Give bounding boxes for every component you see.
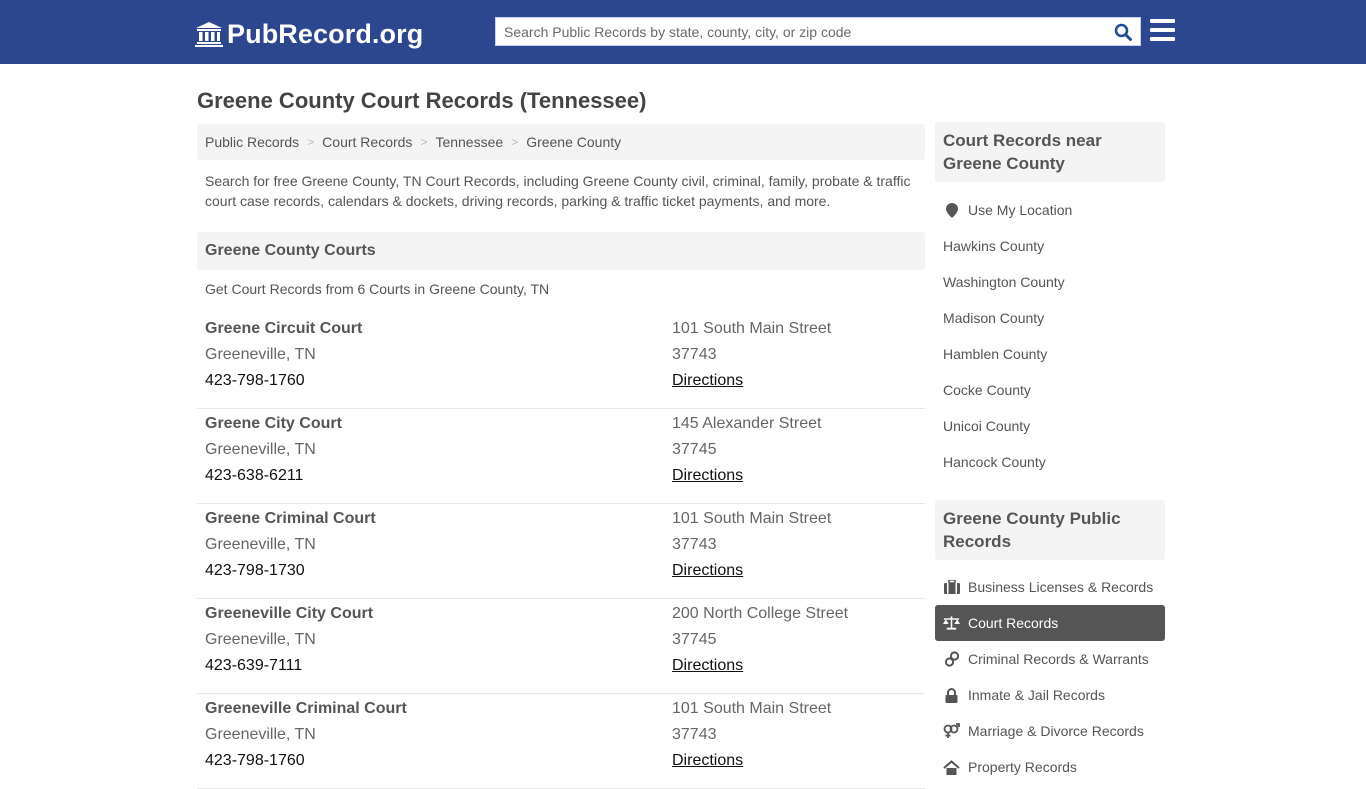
courthouse-icon bbox=[195, 22, 223, 47]
directions-link[interactable]: Directions bbox=[672, 657, 743, 674]
court-address: 101 South Main Street bbox=[672, 700, 832, 717]
courts-section-title: Greene County Courts bbox=[197, 232, 925, 270]
home-icon bbox=[943, 759, 960, 775]
lock-icon bbox=[943, 687, 960, 703]
handcuffs-icon bbox=[943, 651, 960, 667]
use-my-location-label: Use My Location bbox=[968, 202, 1073, 218]
court-name[interactable]: Greene City Court bbox=[205, 415, 342, 441]
nearby-county-link[interactable]: Hancock County bbox=[935, 444, 1165, 480]
court-zip: 37745 bbox=[672, 441, 717, 458]
court-item: Greeneville Criminal Court Greeneville, … bbox=[197, 694, 925, 789]
public-records-list: Business Licenses & Records Court Record… bbox=[935, 569, 1165, 785]
court-item: Greene Circuit Court Greeneville, TN 423… bbox=[197, 314, 925, 409]
breadcrumb-separator: > bbox=[307, 135, 315, 149]
nearby-county-link[interactable]: Unicoi County bbox=[935, 408, 1165, 444]
search-input[interactable] bbox=[496, 18, 1106, 45]
sidebar-item-marriage-divorce[interactable]: Marriage & Divorce Records bbox=[935, 713, 1165, 749]
public-records-title: Greene County Public Records bbox=[935, 500, 1165, 560]
breadcrumb-separator: > bbox=[420, 135, 428, 149]
hamburger-menu-button[interactable] bbox=[1150, 19, 1175, 41]
court-phone[interactable]: 423-639-7111 bbox=[205, 657, 373, 683]
use-my-location-link[interactable]: Use My Location bbox=[935, 192, 1165, 228]
sidebar-item-inmate-records[interactable]: Inmate & Jail Records bbox=[935, 677, 1165, 713]
sidebar-item-label: Property Records bbox=[968, 759, 1077, 775]
court-city: Greeneville, TN bbox=[205, 346, 316, 363]
sidebar-item-property-records[interactable]: Property Records bbox=[935, 749, 1165, 785]
directions-link[interactable]: Directions bbox=[672, 562, 743, 579]
site-logo[interactable]: PubRecord.org bbox=[195, 18, 423, 50]
search-icon bbox=[1114, 23, 1132, 41]
breadcrumb-court-records[interactable]: Court Records bbox=[322, 134, 412, 150]
courts-section-subtitle: Get Court Records from 6 Courts in Green… bbox=[205, 281, 550, 297]
court-address: 200 North College Street bbox=[672, 605, 849, 622]
sidebar-item-label: Inmate & Jail Records bbox=[968, 687, 1105, 703]
nearby-county-link[interactable]: Hamblen County bbox=[935, 336, 1165, 372]
breadcrumb-greene-county[interactable]: Greene County bbox=[526, 134, 621, 150]
court-item: Greeneville City Court Greeneville, TN 4… bbox=[197, 599, 925, 694]
court-zip: 37743 bbox=[672, 346, 717, 363]
breadcrumb-tennessee[interactable]: Tennessee bbox=[435, 134, 503, 150]
breadcrumb: Public Records > Court Records > Tenness… bbox=[197, 124, 925, 160]
court-phone[interactable]: 423-798-1760 bbox=[205, 752, 407, 778]
menu-bar bbox=[1150, 28, 1175, 32]
briefcase-icon bbox=[943, 579, 960, 595]
logo-text: PubRecord.org bbox=[227, 18, 424, 49]
sidebar-item-label: Court Records bbox=[968, 615, 1059, 631]
directions-link[interactable]: Directions bbox=[672, 467, 743, 484]
court-phone[interactable]: 423-798-1730 bbox=[205, 562, 376, 588]
venus-mars-icon bbox=[943, 723, 960, 739]
nearby-county-link[interactable]: Washington County bbox=[935, 264, 1165, 300]
court-name[interactable]: Greeneville Criminal Court bbox=[205, 700, 407, 726]
court-phone[interactable]: 423-798-1760 bbox=[205, 372, 362, 398]
sidebar-item-criminal-records[interactable]: Criminal Records & Warrants bbox=[935, 641, 1165, 677]
court-phone[interactable]: 423-638-6211 bbox=[205, 467, 342, 493]
court-address: 101 South Main Street bbox=[672, 320, 832, 337]
court-city: Greeneville, TN bbox=[205, 726, 316, 743]
court-item: Greene Criminal Court Greeneville, TN 42… bbox=[197, 504, 925, 599]
menu-bar bbox=[1150, 19, 1175, 23]
court-item: Greene City Court Greeneville, TN 423-63… bbox=[197, 409, 925, 504]
court-address: 101 South Main Street bbox=[672, 510, 832, 527]
court-zip: 37743 bbox=[672, 726, 717, 743]
nearby-courts-title: Court Records near Greene County bbox=[935, 122, 1165, 182]
sidebar-item-court-records[interactable]: Court Records bbox=[935, 605, 1165, 641]
court-city: Greeneville, TN bbox=[205, 441, 316, 458]
search-bar bbox=[495, 17, 1141, 46]
map-marker-icon bbox=[943, 202, 960, 218]
nearby-county-link[interactable]: Madison County bbox=[935, 300, 1165, 336]
page-title: Greene County Court Records (Tennessee) bbox=[197, 88, 647, 113]
sidebar-item-label: Criminal Records & Warrants bbox=[968, 651, 1149, 667]
navbar: PubRecord.org bbox=[0, 0, 1366, 64]
breadcrumb-public-records[interactable]: Public Records bbox=[205, 134, 299, 150]
court-zip: 37745 bbox=[672, 631, 717, 648]
court-zip: 37743 bbox=[672, 536, 717, 553]
search-button[interactable] bbox=[1106, 18, 1140, 45]
directions-link[interactable]: Directions bbox=[672, 372, 743, 389]
nearby-counties-list: Use My Location Hawkins County Washingto… bbox=[935, 192, 1165, 480]
court-name[interactable]: Greene Criminal Court bbox=[205, 510, 376, 536]
sidebar-item-business-licenses[interactable]: Business Licenses & Records bbox=[935, 569, 1165, 605]
court-name[interactable]: Greeneville City Court bbox=[205, 605, 373, 631]
courts-list: Greene Circuit Court Greeneville, TN 423… bbox=[197, 314, 925, 789]
court-name[interactable]: Greene Circuit Court bbox=[205, 320, 362, 346]
intro-text: Search for free Greene County, TN Court … bbox=[205, 173, 911, 209]
court-address: 145 Alexander Street bbox=[672, 415, 822, 432]
directions-link[interactable]: Directions bbox=[672, 752, 743, 769]
court-city: Greeneville, TN bbox=[205, 631, 316, 648]
scales-icon bbox=[943, 615, 960, 631]
sidebar-item-label: Business Licenses & Records bbox=[968, 579, 1154, 595]
menu-bar bbox=[1150, 37, 1175, 41]
court-city: Greeneville, TN bbox=[205, 536, 316, 553]
sidebar-item-label: Marriage & Divorce Records bbox=[968, 723, 1144, 739]
nearby-county-link[interactable]: Cocke County bbox=[935, 372, 1165, 408]
breadcrumb-separator: > bbox=[511, 135, 519, 149]
nearby-county-link[interactable]: Hawkins County bbox=[935, 228, 1165, 264]
